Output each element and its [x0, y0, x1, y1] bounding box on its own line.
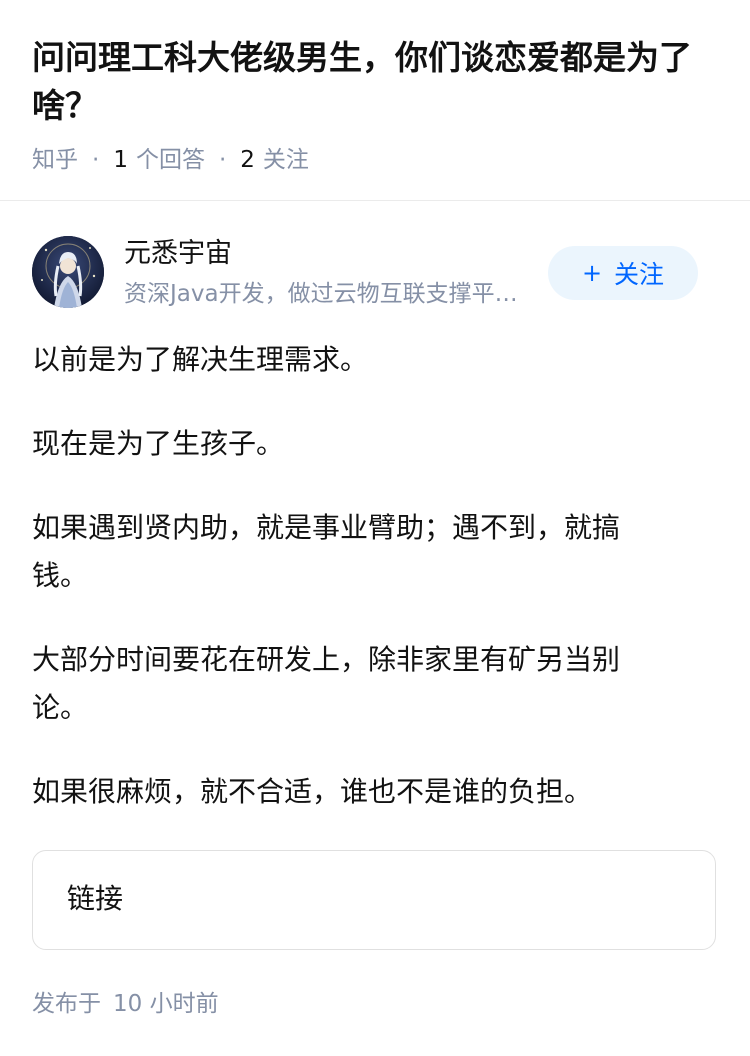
- answer-count: 1: [113, 147, 128, 173]
- source-label[interactable]: 知乎: [32, 147, 78, 173]
- published-label: 发布于: [32, 991, 101, 1017]
- link-card[interactable]: 链接: [32, 850, 716, 950]
- answer-paragraph: 如果很麻烦，就不合适，谁也不是谁的负担。: [32, 775, 593, 808]
- plus-icon: +: [581, 259, 603, 287]
- follow-label: 关注: [614, 260, 665, 289]
- separator-dot: ·: [92, 147, 100, 173]
- answer-page: 问问理工科大佬级男生，你们谈恋爱都是为了啥？ 知乎 · 1 个回答 · 2 关注: [0, 0, 750, 1056]
- question-title[interactable]: 问问理工科大佬级男生，你们谈恋爱都是为了啥？: [32, 34, 722, 130]
- separator-dot: ·: [218, 147, 227, 173]
- answer-paragraph: 如果遇到贤内助，就是事业臂助；遇不到，就搞钱。: [32, 511, 621, 592]
- question-meta: 知乎 · 1 个回答 · 2 关注: [32, 144, 309, 176]
- link-card-label: 链接: [67, 882, 124, 915]
- follow-button[interactable]: + 关注: [548, 246, 698, 300]
- divider: [0, 200, 750, 201]
- published-time: 10 小时前: [113, 991, 219, 1017]
- avatar[interactable]: [32, 236, 104, 308]
- follower-count: 2: [240, 147, 255, 173]
- author-name[interactable]: 元悉宇宙: [124, 236, 232, 272]
- answer-paragraph: 现在是为了生孩子。: [32, 427, 285, 460]
- publish-time: 发布于 10 小时前: [32, 988, 219, 1020]
- answer-content: 以前是为了解决生理需求。 现在是为了生孩子。 如果遇到贤内助，就是事业臂助；遇不…: [32, 336, 672, 852]
- answer-paragraph: 大部分时间要花在研发上，除非家里有矿另当别论。: [32, 643, 621, 724]
- answer-count-label[interactable]: 个回答: [136, 147, 205, 173]
- follower-count-label[interactable]: 关注: [263, 147, 309, 173]
- author-bio: 资深Java开发，做过云物互联支撑平台的研发: [124, 281, 534, 307]
- answer-paragraph: 以前是为了解决生理需求。: [32, 343, 369, 376]
- avatar-illustration-icon: [32, 236, 104, 308]
